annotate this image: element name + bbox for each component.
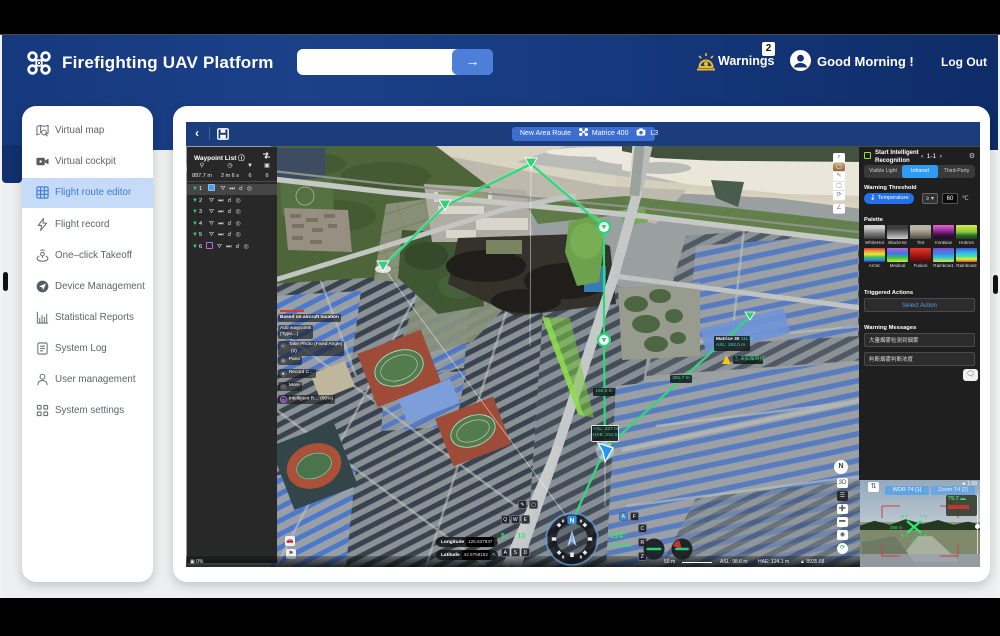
svg-text:268 m: 268 m bbox=[890, 525, 903, 530]
svg-text:N: N bbox=[570, 517, 575, 524]
svg-text:12: 12 bbox=[912, 538, 918, 543]
